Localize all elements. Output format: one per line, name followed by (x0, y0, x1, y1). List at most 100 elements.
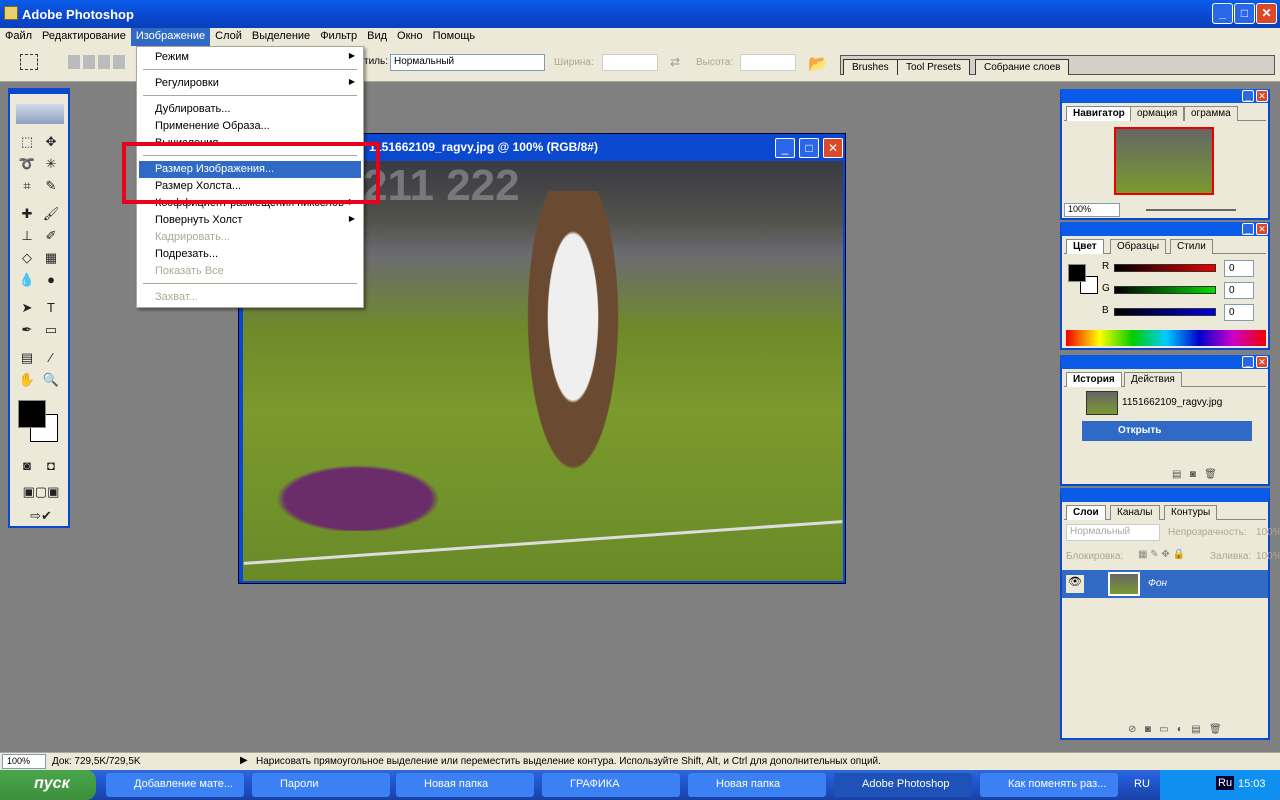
menu-item-apply-image[interactable]: Применение Образа... (139, 118, 361, 135)
doc-close-button[interactable]: ✕ (823, 138, 843, 158)
menu-file[interactable]: Файл (0, 28, 37, 46)
standard-mode-icon[interactable]: ◙ (16, 456, 38, 476)
task-how-to[interactable]: Как поменять раз... (980, 773, 1118, 797)
imageready-icon[interactable]: ⇨✔ (14, 506, 68, 526)
task-folder-1[interactable]: Новая папка (396, 773, 534, 797)
task-passwords[interactable]: Пароли (252, 773, 390, 797)
menu-help[interactable]: Помощь (428, 28, 481, 46)
crop-tool-icon[interactable]: ⌗ (16, 176, 38, 196)
navigator-zoom-input[interactable]: 100% (1064, 203, 1120, 217)
menu-item-adjustments[interactable]: Регулировки ▶ (139, 75, 361, 92)
tab-channels[interactable]: Каналы (1110, 505, 1160, 520)
lasso-tool-icon[interactable]: ➰ (16, 154, 38, 174)
width-input[interactable] (602, 54, 658, 71)
well-layer-comps[interactable]: Собрание слоев (975, 59, 1070, 75)
channel-r-input[interactable]: 0 (1224, 260, 1254, 277)
menu-item-trap[interactable]: Захват... (139, 289, 361, 306)
menu-item-trim[interactable]: Подрезать... (139, 246, 361, 263)
pen-tool-icon[interactable]: ✒ (16, 320, 38, 340)
menu-image[interactable]: Изображение (130, 28, 211, 46)
healing-brush-icon[interactable]: ✚ (16, 204, 38, 224)
color-ramp[interactable] (1066, 330, 1266, 346)
blur-tool-icon[interactable]: 💧 (16, 270, 38, 290)
navigator-zoom-slider[interactable] (1146, 209, 1236, 211)
history-snapshot[interactable]: 1151662109_ragvy.jpg (1122, 397, 1222, 408)
notes-tool-icon[interactable]: ▤ (16, 348, 38, 368)
screen-mode-icons[interactable]: ▣▢▣ (14, 482, 68, 502)
gradient-tool-icon[interactable]: ▦ (40, 248, 62, 268)
tab-info[interactable]: ормация (1130, 106, 1185, 121)
channel-g-slider[interactable] (1114, 286, 1216, 294)
menu-item-reveal-all[interactable]: Показать Все (139, 263, 361, 280)
panel-minimize-button[interactable]: _ (1242, 223, 1254, 235)
lock-icons[interactable]: ▦ ✎ ✥ 🔒 (1138, 549, 1185, 560)
keyboard-layout[interactable]: Ru (1216, 776, 1235, 790)
marquee-tool-preset-icon[interactable] (20, 54, 38, 70)
style-select[interactable]: Нормальный (390, 54, 545, 71)
color-fg-swatch[interactable] (1068, 264, 1086, 282)
task-browser[interactable]: Добавление мате... (106, 773, 244, 797)
task-folder-grafika[interactable]: ГРАФИКА (542, 773, 680, 797)
status-arrow-icon[interactable]: ▶ (240, 755, 248, 766)
zoom-tool-icon[interactable]: 🔍 (40, 370, 62, 390)
menu-view[interactable]: Вид (362, 28, 392, 46)
eyedropper-icon[interactable]: ⁄ (40, 348, 62, 368)
panel-minimize-button[interactable]: _ (1242, 90, 1254, 102)
tab-history[interactable]: История (1066, 372, 1122, 387)
close-button[interactable]: ✕ (1256, 3, 1277, 24)
foreground-color-swatch[interactable] (18, 400, 46, 428)
panel-minimize-button[interactable]: _ (1242, 356, 1254, 368)
menu-edit[interactable]: Редактирование (37, 28, 131, 46)
blend-mode-select[interactable]: Нормальный (1066, 524, 1160, 541)
tab-paths[interactable]: Контуры (1164, 505, 1218, 520)
layer-row-background[interactable]: 👁 Фон (1062, 570, 1268, 598)
tab-actions[interactable]: Действия (1124, 372, 1182, 387)
shape-tool-icon[interactable]: ▭ (40, 320, 62, 340)
layer-name[interactable]: Фон (1148, 578, 1167, 589)
maximize-button[interactable]: □ (1234, 3, 1255, 24)
move-tool-icon[interactable]: ✥ (40, 132, 62, 152)
marquee-tool-icon[interactable]: ⬚ (16, 132, 38, 152)
history-step-open[interactable]: Открыть (1082, 421, 1252, 441)
start-button[interactable]: пуск (0, 770, 96, 800)
tab-navigator[interactable]: Навигатор (1066, 106, 1132, 121)
menu-window[interactable]: Окно (392, 28, 428, 46)
navigator-thumbnail[interactable] (1114, 127, 1214, 195)
height-input[interactable] (740, 54, 796, 71)
file-browser-icon[interactable]: 📂 (808, 54, 828, 74)
channel-r-slider[interactable] (1114, 264, 1216, 272)
layers-footer-icons[interactable]: ⊘ ◙ ▭ ◐ ▤ 🗑 (1128, 724, 1222, 735)
fill-value[interactable]: 100% (1256, 551, 1280, 562)
well-brushes[interactable]: Brushes (843, 59, 898, 75)
eraser-tool-icon[interactable]: ◇ (16, 248, 38, 268)
tab-color[interactable]: Цвет (1066, 239, 1104, 254)
channel-g-input[interactable]: 0 (1224, 282, 1254, 299)
tab-styles[interactable]: Стили (1170, 239, 1213, 254)
well-tool-presets[interactable]: Tool Presets (897, 59, 971, 75)
hand-tool-icon[interactable]: ✋ (16, 370, 38, 390)
swap-icon[interactable]: ⇄ (670, 55, 680, 69)
type-tool-icon[interactable]: T (40, 298, 62, 318)
menu-layer[interactable]: Слой (210, 28, 247, 46)
brush-tool-icon[interactable]: 🖌 (40, 204, 62, 224)
selection-mode-icons[interactable] (68, 55, 128, 69)
quick-mask-icon[interactable]: ◘ (40, 456, 62, 476)
menu-item-duplicate[interactable]: Дублировать... (139, 101, 361, 118)
menu-filter[interactable]: Фильтр (315, 28, 362, 46)
task-folder-2[interactable]: Новая папка (688, 773, 826, 797)
opacity-value[interactable]: 100% (1256, 527, 1280, 538)
dodge-tool-icon[interactable]: ● (40, 270, 62, 290)
minimize-button[interactable]: _ (1212, 3, 1233, 24)
magic-wand-icon[interactable]: ✳ (40, 154, 62, 174)
doc-maximize-button[interactable]: □ (799, 138, 819, 158)
menu-item-rotate-canvas[interactable]: Повернуть Холст ▶ (139, 212, 361, 229)
slice-tool-icon[interactable]: ✎ (40, 176, 62, 196)
path-select-icon[interactable]: ➤ (16, 298, 38, 318)
tab-layers[interactable]: Слои (1066, 505, 1106, 520)
tab-swatches[interactable]: Образцы (1110, 239, 1167, 254)
channel-b-input[interactable]: 0 (1224, 304, 1254, 321)
doc-minimize-button[interactable]: _ (775, 138, 795, 158)
eye-icon[interactable]: 👁 (1066, 575, 1084, 593)
channel-b-slider[interactable] (1114, 308, 1216, 316)
status-zoom[interactable]: 100% (2, 754, 46, 769)
